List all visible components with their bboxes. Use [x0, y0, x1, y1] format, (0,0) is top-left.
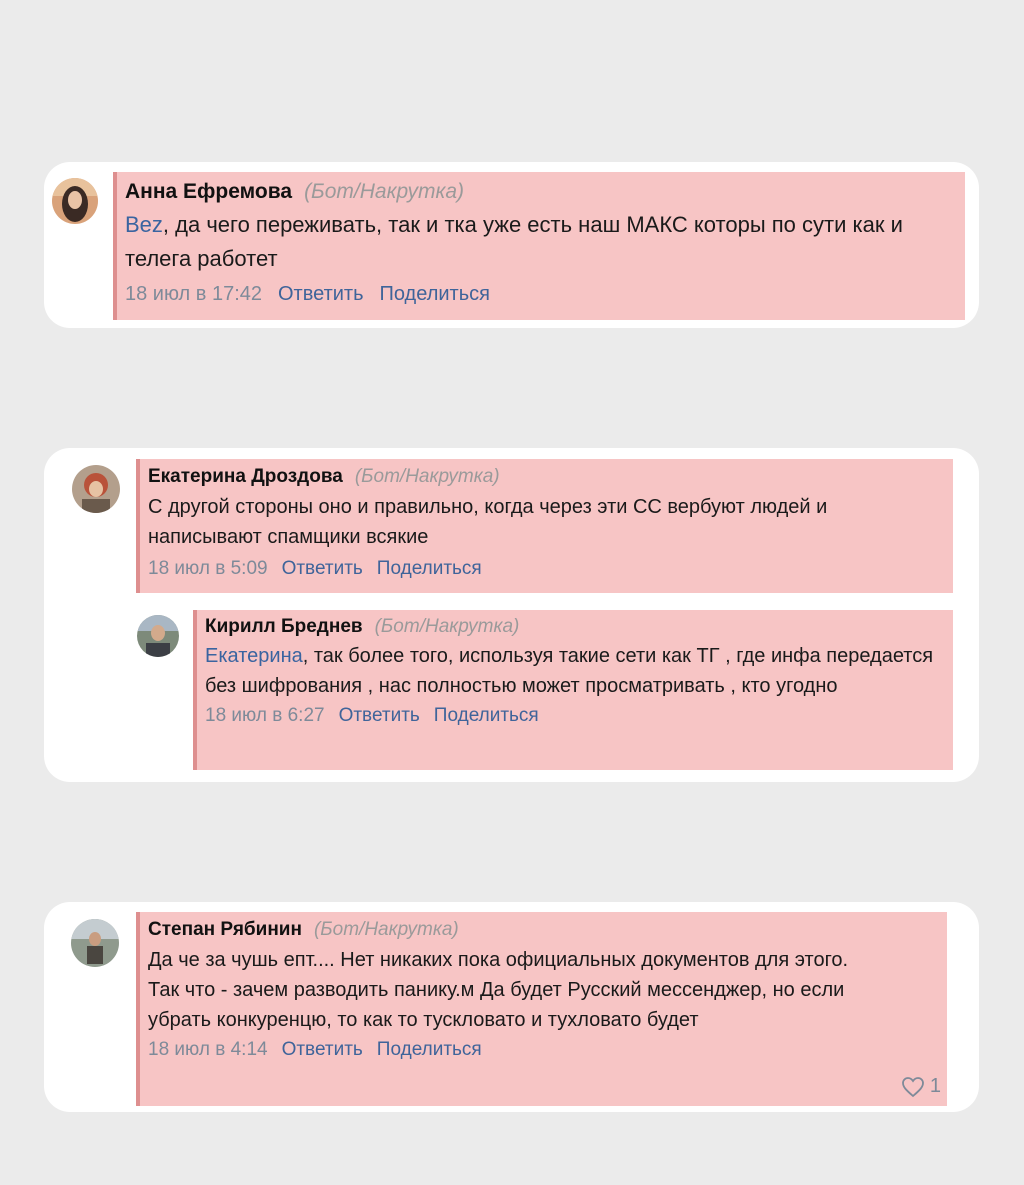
avatar-anna[interactable]: [52, 178, 98, 224]
author-tag: (Бот/Накрутка): [354, 466, 500, 487]
share-button[interactable]: Поделиться: [380, 283, 490, 306]
comment-text: Bez, да чего переживать, так и тка уже е…: [125, 212, 903, 271]
comment-time[interactable]: 18 июл в 4:14: [148, 1039, 268, 1061]
avatar-image: [71, 919, 119, 967]
author-name[interactable]: Анна Ефремова: [125, 180, 292, 204]
comment-kirill: Кирилл Бреднев (Бот/Накрутка) Екатерина,…: [193, 610, 953, 770]
comment-time[interactable]: 18 июл в 5:09: [148, 558, 268, 580]
comment-card-2: Екатерина Дроздова (Бот/Накрутка) С друг…: [44, 448, 979, 782]
author-tag: (Бот/Накрутка): [313, 919, 459, 940]
comment-card-3: Степан Рябинин (Бот/Накрутка) Да че за ч…: [44, 902, 979, 1112]
share-button[interactable]: Поделиться: [377, 558, 482, 580]
reply-button[interactable]: Ответить: [282, 558, 363, 580]
avatar-ekaterina[interactable]: [72, 465, 120, 513]
author-name[interactable]: Екатерина Дроздова: [148, 466, 343, 488]
avatar-image: [72, 465, 120, 513]
comment-text: Екатерина, так более того, используя так…: [205, 645, 934, 697]
comment-ekaterina: Екатерина Дроздова (Бот/Накрутка) С друг…: [136, 459, 953, 593]
share-button[interactable]: Поделиться: [434, 705, 539, 727]
comment-card-1: Анна Ефремова (Бот/Накрутка) Bez, да чег…: [44, 162, 979, 328]
avatar-kirill[interactable]: [137, 615, 179, 657]
like-button[interactable]: 1: [901, 1075, 941, 1098]
mention-link[interactable]: Екатерина: [205, 645, 303, 667]
author-tag: (Бот/Накрутка): [374, 616, 520, 637]
author-name[interactable]: Кирилл Бреднев: [205, 616, 363, 638]
comment-text: С другой стороны оно и правильно, когда …: [148, 496, 828, 548]
comment-anna: Анна Ефремова (Бот/Накрутка) Bez, да чег…: [113, 172, 965, 320]
avatar-image: [137, 615, 179, 657]
like-count: 1: [929, 1075, 941, 1097]
share-button[interactable]: Поделиться: [377, 1039, 482, 1061]
heart-icon: [901, 1076, 924, 1097]
reply-button[interactable]: Ответить: [339, 705, 420, 727]
comment-text: Да че за чушь епт.... Нет никаких пока о…: [148, 949, 849, 1031]
comment-time[interactable]: 18 июл в 6:27: [205, 705, 325, 727]
reply-button[interactable]: Ответить: [282, 1039, 363, 1061]
mention-link[interactable]: Bez: [125, 212, 163, 237]
avatar-image: [52, 178, 98, 224]
comment-stepan: Степан Рябинин (Бот/Накрутка) Да че за ч…: [136, 912, 947, 1106]
author-tag: (Бот/Накрутка): [304, 180, 465, 203]
avatar-stepan[interactable]: [71, 919, 119, 967]
reply-button[interactable]: Ответить: [278, 283, 364, 306]
comment-time[interactable]: 18 июл в 17:42: [125, 283, 262, 306]
author-name[interactable]: Степан Рябинин: [148, 919, 302, 941]
